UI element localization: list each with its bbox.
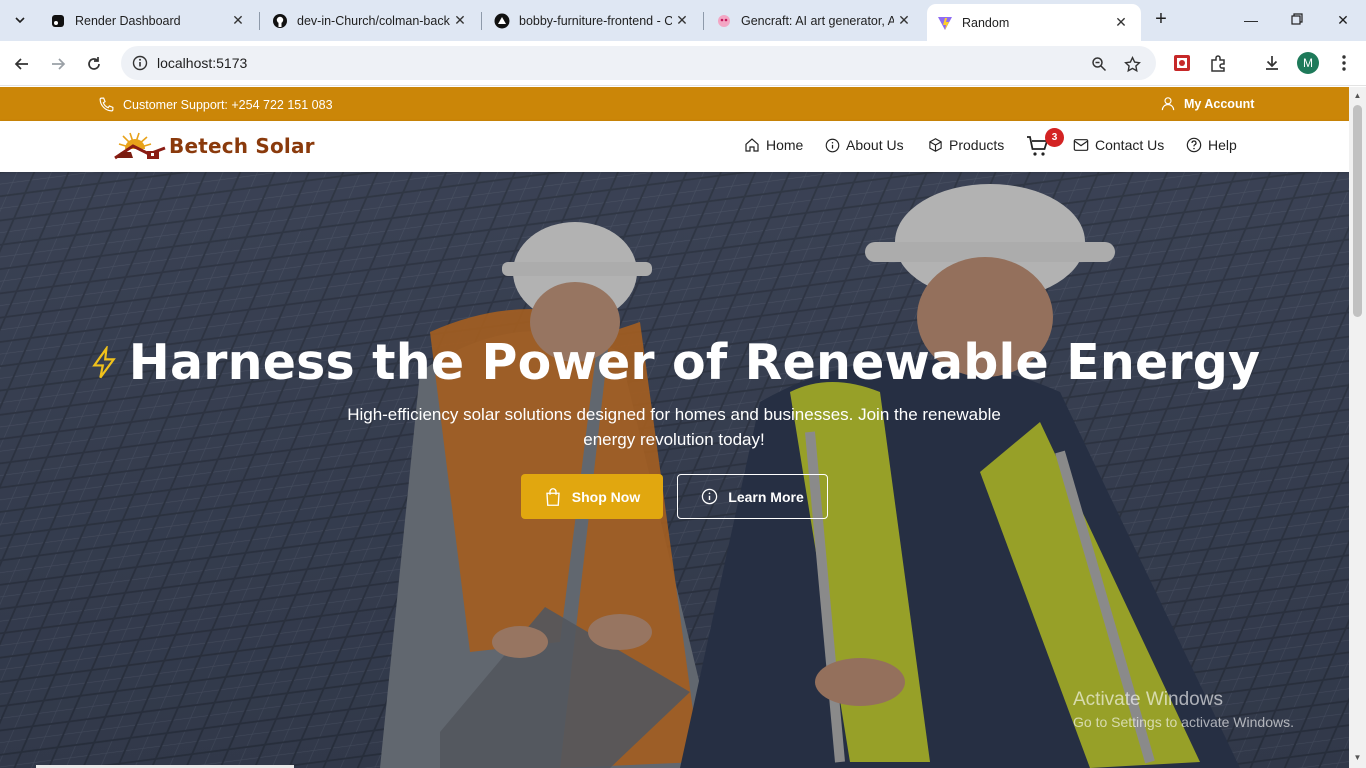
tab-github[interactable]: dev-in-Church/colman-back ✕ (262, 4, 480, 37)
scroll-down-arrow-icon[interactable]: ▼ (1353, 753, 1362, 762)
tab-title: Gencraft: AI art generator, A (741, 13, 894, 28)
solar-house-logo-icon (114, 132, 166, 160)
support-topbar: Customer Support: +254 722 151 083 My Ac… (0, 87, 1349, 121)
gencraft-icon (716, 13, 732, 29)
forward-button[interactable] (46, 52, 70, 76)
activate-windows-subtitle: Go to Settings to activate Windows. (1073, 714, 1294, 730)
shop-now-label: Shop Now (571, 488, 641, 505)
url-text: localhost:5173 (157, 55, 248, 71)
hero-subtitle: High-efficiency solar solutions designed… (347, 405, 1001, 449)
support-text: Customer Support: +254 722 151 083 (123, 97, 333, 112)
github-icon (272, 13, 288, 29)
activate-windows-title: Activate Windows (1073, 689, 1223, 710)
brand-name: Betech Solar (169, 134, 315, 158)
my-account-label: My Account (1184, 96, 1255, 111)
box-icon (929, 138, 942, 152)
nav-about-label: About Us (846, 137, 904, 153)
reload-button[interactable] (82, 52, 106, 76)
page-scrollbar[interactable]: ▲ ▼ (1349, 87, 1366, 768)
phone-icon (99, 97, 114, 112)
restore-button[interactable] (1282, 8, 1312, 32)
learn-more-label: Learn More (728, 488, 804, 505)
nav-home-label: Home (766, 137, 804, 153)
address-bar[interactable]: localhost:5173 (121, 46, 1156, 80)
info-icon (702, 488, 718, 505)
back-button[interactable] (10, 52, 34, 76)
scroll-thumb[interactable] (1353, 105, 1362, 317)
arrow-left-icon (14, 58, 28, 70)
user-icon (1161, 97, 1175, 111)
profile-avatar[interactable]: M (1297, 52, 1319, 74)
learn-more-button[interactable]: Learn More (677, 474, 828, 519)
browser-toolbar: localhost:5173 M (0, 41, 1366, 86)
close-icon[interactable]: ✕ (894, 12, 914, 29)
extensions-puzzle-icon[interactable] (1206, 51, 1230, 75)
close-icon[interactable]: ✕ (450, 12, 470, 29)
arrow-right-icon (52, 58, 66, 70)
lightning-bolt-icon (91, 345, 116, 378)
tab-separator (481, 12, 482, 30)
chevron-down-icon (15, 17, 25, 24)
info-icon (825, 138, 840, 152)
main-navbar: Betech Solar Home About Us Products 3 Co… (0, 121, 1349, 172)
tab-separator (703, 12, 704, 30)
tab-title: Random (962, 15, 1010, 30)
close-window-button[interactable]: ✕ (1328, 8, 1358, 32)
restore-icon (1291, 13, 1303, 25)
tab-title: Render Dashboard (75, 13, 181, 28)
scroll-up-arrow-icon[interactable]: ▲ (1353, 91, 1362, 100)
reload-icon (88, 57, 100, 70)
tab-title: bobby-furniture-frontend - C (519, 13, 672, 28)
new-tab-button[interactable]: + (1150, 9, 1172, 31)
my-account-link[interactable]: My Account (1160, 95, 1254, 112)
site-info-icon[interactable] (131, 54, 149, 72)
vite-icon (937, 15, 953, 31)
vercel-icon (494, 13, 510, 29)
cart-count-badge: 3 (1045, 128, 1064, 147)
nav-products-label: Products (949, 137, 1005, 153)
tab-separator (259, 12, 260, 30)
browser-tab-strip: Render Dashboard ✕ dev-in-Church/colman-… (0, 0, 1366, 41)
tab-render-dashboard[interactable]: Render Dashboard ✕ (40, 4, 258, 37)
brand-logo[interactable]: Betech Solar (113, 132, 315, 160)
tab-gencraft[interactable]: Gencraft: AI art generator, A ✕ (706, 4, 924, 37)
bookmark-star-icon[interactable] (1121, 53, 1143, 75)
close-icon[interactable]: ✕ (672, 12, 692, 29)
render-icon (50, 13, 66, 29)
hero-title: Harness the Power of Renewable Energy (0, 334, 1349, 391)
nav-help-label: Help (1208, 137, 1237, 153)
extension-icon[interactable] (1170, 51, 1194, 75)
hero-title-text: Harness the Power of Renewable Energy (128, 334, 1261, 391)
close-icon[interactable]: ✕ (228, 12, 248, 29)
nav-home[interactable]: Home (744, 137, 803, 153)
envelope-icon (1073, 139, 1089, 151)
tab-title: dev-in-Church/colman-back (297, 13, 450, 28)
tab-search-button[interactable] (8, 8, 32, 32)
minimize-button[interactable]: ― (1236, 8, 1266, 32)
close-icon[interactable]: ✕ (1111, 14, 1131, 31)
home-icon (745, 138, 759, 152)
hero-section: Harness the Power of Renewable Energy Hi… (0, 172, 1349, 768)
page-viewport: Customer Support: +254 722 151 083 My Ac… (0, 87, 1349, 768)
hero-dark-overlay (0, 172, 1349, 768)
nav-contact-us[interactable]: Contact Us (1073, 137, 1164, 153)
download-icon[interactable] (1260, 51, 1284, 75)
nav-help[interactable]: Help (1186, 137, 1237, 153)
zoom-icon[interactable] (1088, 53, 1110, 75)
tab-random-active[interactable]: Random ✕ (927, 4, 1141, 41)
nav-products[interactable]: Products (928, 137, 1004, 153)
shop-now-button[interactable]: Shop Now (521, 474, 663, 519)
tab-bobby-furniture[interactable]: bobby-furniture-frontend - C ✕ (484, 4, 702, 37)
question-circle-icon (1186, 137, 1202, 153)
nav-about-us[interactable]: About Us (825, 137, 904, 153)
shopping-bag-icon (546, 487, 560, 506)
more-menu-icon[interactable] (1332, 51, 1356, 75)
customer-support: Customer Support: +254 722 151 083 (98, 96, 333, 113)
nav-contact-label: Contact Us (1095, 137, 1165, 153)
